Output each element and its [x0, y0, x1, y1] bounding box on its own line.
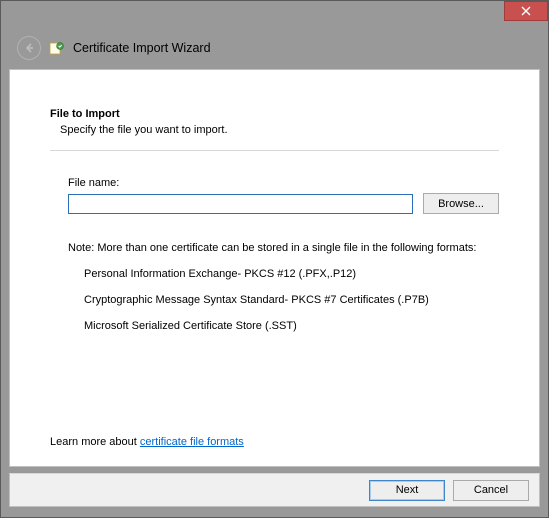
close-icon — [521, 6, 531, 16]
certificate-wizard-icon — [49, 40, 65, 56]
file-row: Browse... — [50, 193, 499, 214]
note-text: Note: More than one certificate can be s… — [50, 242, 499, 254]
file-name-input[interactable] — [68, 194, 413, 214]
format-pkcs12: Personal Information Exchange- PKCS #12 … — [50, 268, 499, 280]
format-sst: Microsoft Serialized Certificate Store (… — [50, 320, 499, 332]
page-subtext: Specify the file you want to import. — [50, 124, 499, 136]
cancel-button[interactable]: Cancel — [453, 480, 529, 501]
learn-more-prefix: Learn more about — [50, 436, 140, 448]
page-heading: File to Import — [50, 108, 499, 120]
close-button[interactable] — [504, 1, 548, 21]
learn-more-link[interactable]: certificate file formats — [140, 436, 244, 448]
divider — [50, 150, 499, 151]
back-arrow-icon — [22, 41, 36, 55]
header: Certificate Import Wizard — [1, 27, 548, 69]
footer: Next Cancel — [9, 473, 540, 507]
titlebar — [1, 1, 548, 27]
browse-button[interactable]: Browse... — [423, 193, 499, 214]
next-button[interactable]: Next — [369, 480, 445, 501]
wizard-window: Certificate Import Wizard File to Import… — [0, 0, 549, 518]
format-pkcs7: Cryptographic Message Syntax Standard- P… — [50, 294, 499, 306]
content-area: File to Import Specify the file you want… — [9, 69, 540, 467]
file-name-label: File name: — [50, 177, 499, 189]
back-button — [17, 36, 41, 60]
learn-more: Learn more about certificate file format… — [50, 436, 244, 448]
window-title: Certificate Import Wizard — [73, 41, 211, 55]
